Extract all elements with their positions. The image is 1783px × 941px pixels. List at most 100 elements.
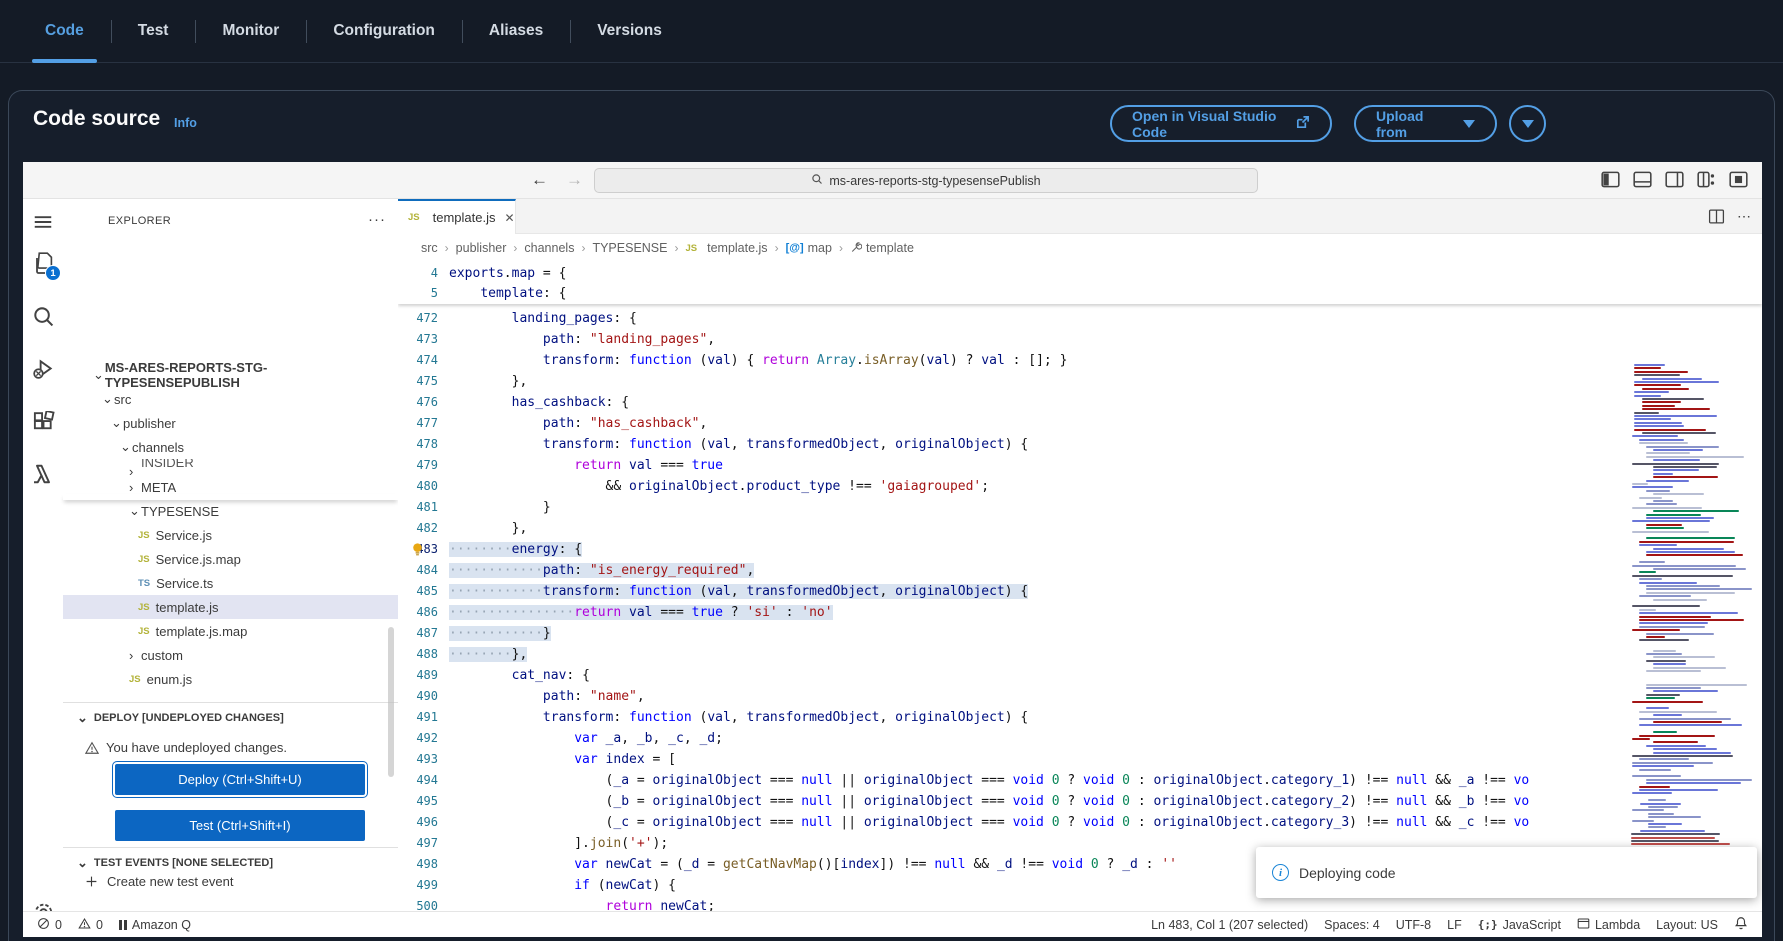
tree-item-service-ts[interactable]: TSService.ts [63,571,398,595]
code-line-483[interactable]: 483········energy: { [398,539,1762,560]
status-pause[interactable]: Amazon Q [119,918,191,932]
menu-icon[interactable] [30,209,56,235]
code-line-496[interactable]: 496 (_c = originalObject === null || ori… [398,812,1762,833]
code-line-475[interactable]: 475 }, [398,371,1762,392]
tab-template-js[interactable]: JS template.js ✕ [398,199,516,234]
code-line-4[interactable]: 4exports.map = { [398,263,1762,284]
sidebar-scrollbar[interactable] [388,627,394,777]
split-editor-icon[interactable] [1708,208,1725,230]
breadcrumb-label: src [421,241,438,255]
tree-item-src[interactable]: ⌄src [63,387,398,411]
code-editor-surface[interactable]: 4exports.map = {5 template: { 472 landin… [398,262,1762,937]
code-line-486[interactable]: 486················return val === true ?… [398,602,1762,623]
code-line-472[interactable]: 472 landing_pages: { [398,308,1762,329]
tree-item-insider[interactable]: ›INSIDER [63,459,398,475]
code-line-473[interactable]: 473 path: "landing_pages", [398,329,1762,350]
info-link[interactable]: Info [174,116,197,130]
tree-item-service-js-map[interactable]: JSService.js.map [63,547,398,571]
code-line-490[interactable]: 490 path: "name", [398,686,1762,707]
status-utf-8[interactable]: UTF-8 [1396,918,1431,932]
command-center-search[interactable]: ms-ares-reports-stg-typesensePublish [594,168,1258,193]
code-line-480[interactable]: 480 && originalObject.product_type !== '… [398,476,1762,497]
tab-configuration[interactable]: Configuration [306,0,462,63]
breadcrumb-item-typesense[interactable]: TYPESENSE [592,241,667,255]
run-debug-icon[interactable] [30,355,56,381]
code-line-491[interactable]: 491 transform: function (val, transforme… [398,707,1762,728]
code-line-489[interactable]: 489 cat_nav: { [398,665,1762,686]
deploy-section-header[interactable]: ⌄ DEPLOY [UNDEPLOYED CHANGES] [77,710,284,726]
tab-monitor[interactable]: Monitor [195,0,306,63]
test-events-section-header[interactable]: ⌄ TEST EVENTS [NONE SELECTED] [77,855,273,871]
extensions-icon[interactable] [30,409,56,435]
status-layout[interactable]: Layout: US [1656,918,1718,932]
code-line-481[interactable]: 481 } [398,497,1762,518]
code-line-484[interactable]: 484············path: "is_energy_required… [398,560,1762,581]
status-ln[interactable]: Ln 483, Col 1 (207 selected) [1151,918,1308,932]
explorer-icon[interactable]: 1 [30,251,56,277]
editor-more-actions-icon[interactable]: ⋯ [1737,208,1752,230]
maximize-editor-icon[interactable] [1729,170,1748,194]
code-line-474[interactable]: 474 transform: function (val) { return A… [398,350,1762,371]
aws-lambda-icon[interactable] [30,461,56,487]
tree-item-service-js[interactable]: JSService.js [63,523,398,547]
open-in-vscode-button[interactable]: Open in Visual Studio Code [1110,105,1332,142]
test-button[interactable]: Test (Ctrl+Shift+I) [115,810,365,841]
tree-item-publisher[interactable]: ⌄publisher [63,411,398,435]
tree-item-channels[interactable]: ⌄channels [63,435,398,459]
status-window[interactable]: Lambda [1577,917,1640,933]
toggle-primary-sidebar-icon[interactable] [1601,170,1620,194]
toggle-secondary-sidebar-icon[interactable] [1665,170,1684,194]
code-line-488[interactable]: 488········}, [398,644,1762,665]
minimap-line [1632,738,1650,740]
tab-versions[interactable]: Versions [570,0,689,63]
status-error-circle[interactable]: 0 [37,917,62,933]
code-line-495[interactable]: 495 (_b = originalObject === null || ori… [398,791,1762,812]
code-line-478[interactable]: 478 transform: function (val, transforme… [398,434,1762,455]
navigate-forward-icon[interactable]: → [566,170,583,190]
explorer-more-actions-icon[interactable]: ··· [368,211,386,228]
tree-item-custom[interactable]: ›custom [63,643,398,667]
customize-layout-icon[interactable] [1697,170,1716,194]
breadcrumb-item-publisher[interactable]: publisher [456,241,507,255]
status-spaces[interactable]: Spaces: 4 [1324,918,1380,932]
status-lf[interactable]: LF [1447,918,1462,932]
more-actions-button[interactable] [1509,105,1546,142]
tree-item-ms-ares-reports-stg-typesensepublish[interactable]: ⌄MS-ARES-REPORTS-STG-TYPESENSEPUBLISH [63,363,398,387]
navigate-back-icon[interactable]: ← [531,170,548,190]
tree-item-template-js-map[interactable]: JStemplate.js.map [63,619,398,643]
code-line-476[interactable]: 476 has_cashback: { [398,392,1762,413]
code-line-477[interactable]: 477 path: "has_cashback", [398,413,1762,434]
tree-item-template-js[interactable]: JStemplate.js [63,595,398,619]
tree-item-typesense[interactable]: ⌄TYPESENSE [63,499,398,523]
explorer-badge: 1 [45,265,61,281]
tab-test[interactable]: Test [111,0,196,63]
breadcrumb-item-map[interactable]: [@]map [786,241,832,255]
status-warning-triangle[interactable]: 0 [78,917,103,933]
tree-item-enum-js[interactable]: JSenum.js [63,667,398,691]
tab-aliases[interactable]: Aliases [462,0,570,63]
close-tab-icon[interactable]: ✕ [505,211,515,225]
code-line-5[interactable]: 5 template: { [398,283,1762,304]
code-line-479[interactable]: 479 return val === true [398,455,1762,476]
code-line-493[interactable]: 493 var index = [ [398,749,1762,770]
code-line-487[interactable]: 487············} [398,623,1762,644]
code-line-485[interactable]: 485············transform: function (val,… [398,581,1762,602]
code-line-494[interactable]: 494 (_a = originalObject === null || ori… [398,770,1762,791]
minimap-line [1632,629,1680,631]
toggle-panel-icon[interactable] [1633,170,1652,194]
code-line-492[interactable]: 492 var _a, _b, _c, _d; [398,728,1762,749]
lightbulb-icon[interactable] [411,542,424,561]
create-test-event-button[interactable]: Create new test event [85,874,233,889]
tab-code[interactable]: Code [18,0,111,63]
breadcrumb-item-template-js[interactable]: JStemplate.js [685,241,767,255]
status-braces[interactable]: {;}JavaScript [1478,918,1561,932]
deploy-button[interactable]: Deploy (Ctrl+Shift+U) [115,764,365,795]
breadcrumb-item-src[interactable]: src [421,241,438,255]
breadcrumb-item-template[interactable]: template [850,241,914,256]
breadcrumb-separator: › [513,241,517,255]
search-icon[interactable] [30,303,56,329]
code-line-482[interactable]: 482 }, [398,518,1762,539]
status-bell[interactable] [1734,916,1748,933]
breadcrumb-item-channels[interactable]: channels [524,241,574,255]
upload-from-button[interactable]: Upload from [1354,105,1497,142]
